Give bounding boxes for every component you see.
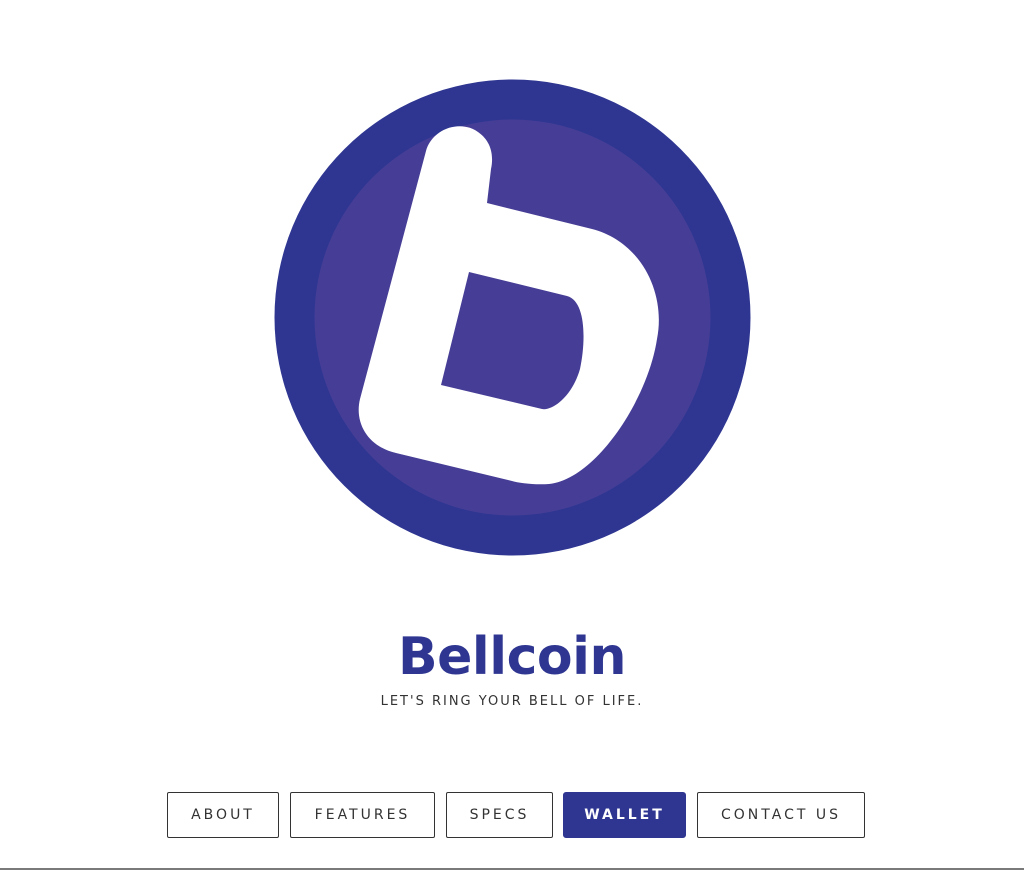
bellcoin-logo xyxy=(274,79,751,556)
brand-tagline: LET'S RING YOUR BELL OF LIFE. xyxy=(380,694,644,709)
nav-about-button[interactable]: ABOUT xyxy=(167,792,279,838)
landing-page: Bellcoin LET'S RING YOUR BELL OF LIFE. A… xyxy=(0,0,1024,870)
main-nav: ABOUT FEATURES SPECS WALLET CONTACT US xyxy=(0,792,1024,840)
nav-wallet-button[interactable]: WALLET xyxy=(563,792,686,838)
nav-contact-us-button[interactable]: CONTACT US xyxy=(697,792,865,838)
nav-features-button[interactable]: FEATURES xyxy=(290,792,435,838)
bellcoin-b-logo-icon xyxy=(274,79,751,556)
nav-specs-button[interactable]: SPECS xyxy=(446,792,553,838)
brand-title: Bellcoin xyxy=(398,627,626,687)
